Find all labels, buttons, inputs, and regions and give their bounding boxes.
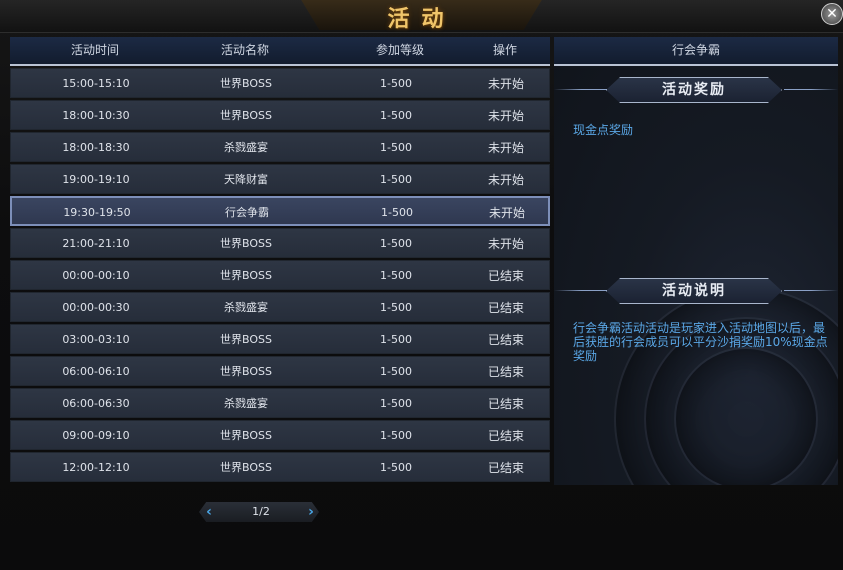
activity-table-header: 活动时间 活动名称 参加等级 操作 — [10, 37, 550, 66]
cell-op[interactable]: 已结束 — [481, 357, 531, 387]
cell-time: 18:00-18:30 — [62, 141, 130, 154]
table-row[interactable]: 03:00-03:10 世界BOSS 1-500 已结束 — [10, 324, 550, 354]
cell-op[interactable]: 已结束 — [481, 293, 531, 323]
cell-time: 19:00-19:10 — [62, 173, 130, 186]
table-row[interactable]: 00:00-00:30 杀戮盛宴 1-500 已结束 — [10, 292, 550, 322]
page-indicator: 1/2 — [252, 505, 270, 518]
desc-text: 行会争霸活动活动是玩家进入活动地图以后，最后获胜的行会成员可以平分沙捐奖励10%… — [573, 321, 828, 363]
reward-text: 现金点奖励 — [573, 123, 634, 137]
chevron-left-icon[interactable]: ‹ — [201, 502, 217, 522]
close-button[interactable]: ✕ — [821, 3, 843, 25]
cell-time: 00:00-00:30 — [62, 301, 130, 314]
cell-time: 00:00-00:10 — [62, 269, 130, 282]
table-row[interactable]: 15:00-15:10 世界BOSS 1-500 未开始 — [10, 68, 550, 98]
cell-time: 06:00-06:30 — [62, 397, 130, 410]
cell-level: 1-500 — [380, 365, 412, 378]
divider — [784, 89, 838, 90]
cell-op[interactable]: 已结束 — [481, 325, 531, 355]
cell-name: 杀戮盛宴 — [224, 397, 268, 410]
cell-name: 世界BOSS — [220, 109, 272, 122]
cell-time: 21:00-21:10 — [62, 237, 130, 250]
window-title: 活动 — [387, 6, 456, 32]
cell-op[interactable]: 未开始 — [481, 101, 531, 131]
cell-time: 18:00-10:30 — [62, 109, 130, 122]
cell-level: 1-500 — [380, 173, 412, 186]
cell-name: 世界BOSS — [220, 429, 272, 442]
cell-name: 世界BOSS — [220, 365, 272, 378]
cell-op[interactable]: 已结束 — [481, 453, 531, 483]
divider — [554, 290, 609, 291]
cell-op[interactable]: 未开始 — [481, 229, 531, 259]
header-op: 操作 — [492, 43, 517, 57]
header-time: 活动时间 — [70, 43, 119, 57]
cell-name: 杀戮盛宴 — [224, 141, 268, 154]
cell-level: 1-500 — [380, 141, 412, 154]
header-name: 活动名称 — [220, 43, 269, 57]
desc-section-header: 活动说明 — [554, 278, 838, 304]
cell-level: 1-500 — [380, 333, 412, 346]
chevron-right-icon[interactable]: › — [303, 502, 319, 522]
cell-name: 杀戮盛宴 — [224, 301, 268, 314]
table-row[interactable]: 19:00-19:10 天降财富 1-500 未开始 — [10, 164, 550, 194]
table-row[interactable]: 00:00-00:10 世界BOSS 1-500 已结束 — [10, 260, 550, 290]
cell-level: 1-500 — [380, 237, 412, 250]
cell-op[interactable]: 未开始 — [481, 69, 531, 99]
cell-name: 世界BOSS — [220, 333, 272, 346]
activity-window: 活动 ✕ 活动时间 活动名称 参加等级 操作 15:00-15:10 世界BOSS… — [0, 0, 843, 570]
desc-heading: 活动说明 — [662, 283, 726, 299]
table-row[interactable]: 06:00-06:10 世界BOSS 1-500 已结束 — [10, 356, 550, 386]
cell-time: 09:00-09:10 — [62, 429, 130, 442]
cell-level: 1-500 — [380, 109, 412, 122]
cell-time: 15:00-15:10 — [62, 77, 130, 90]
cell-name: 行会争霸 — [225, 206, 269, 219]
cell-time: 06:00-06:10 — [62, 365, 130, 378]
table-row[interactable]: 21:00-21:10 世界BOSS 1-500 未开始 — [10, 228, 550, 258]
cell-name: 世界BOSS — [220, 461, 272, 474]
cell-name: 天降财富 — [224, 173, 268, 186]
cell-op[interactable]: 未开始 — [481, 133, 531, 163]
cell-name: 世界BOSS — [220, 77, 272, 90]
globe-decoration-core — [674, 347, 818, 485]
table-row[interactable]: 06:00-06:30 杀戮盛宴 1-500 已结束 — [10, 388, 550, 418]
divider — [554, 89, 609, 90]
cell-level: 1-500 — [380, 397, 412, 410]
table-row[interactable]: 12:00-12:10 世界BOSS 1-500 已结束 — [10, 452, 550, 482]
cell-name: 世界BOSS — [220, 269, 272, 282]
cell-time: 12:00-12:10 — [62, 461, 130, 474]
cell-level: 1-500 — [380, 301, 412, 314]
cell-op[interactable]: 未开始 — [481, 165, 531, 195]
cell-op[interactable]: 已结束 — [481, 389, 531, 419]
cell-op[interactable]: 已结束 — [481, 261, 531, 291]
cell-op[interactable]: 未开始 — [482, 198, 532, 228]
table-row[interactable]: 19:30-19:50 行会争霸 1-500 未开始 — [10, 196, 550, 226]
reward-heading: 活动奖励 — [662, 82, 726, 98]
cell-level: 1-500 — [380, 77, 412, 90]
table-row[interactable]: 18:00-10:30 世界BOSS 1-500 未开始 — [10, 100, 550, 130]
activity-detail-panel: 行会争霸 活动奖励 现金点奖励 活动说明 行会争霸活动活动是玩家进入活动地图以后… — [554, 37, 838, 485]
cell-time: 03:00-03:10 — [62, 333, 130, 346]
cell-op[interactable]: 已结束 — [481, 421, 531, 451]
divider — [784, 290, 838, 291]
table-row[interactable]: 09:00-09:10 世界BOSS 1-500 已结束 — [10, 420, 550, 450]
cell-time: 19:30-19:50 — [63, 206, 131, 219]
table-row[interactable]: 18:00-18:30 杀戮盛宴 1-500 未开始 — [10, 132, 550, 162]
header-level: 参加等级 — [375, 43, 424, 57]
cell-level: 1-500 — [381, 206, 413, 219]
cell-level: 1-500 — [380, 269, 412, 282]
detail-title: 行会争霸 — [554, 37, 838, 66]
cell-level: 1-500 — [380, 429, 412, 442]
cell-level: 1-500 — [380, 461, 412, 474]
reward-section-header: 活动奖励 — [554, 77, 838, 103]
cell-name: 世界BOSS — [220, 237, 272, 250]
